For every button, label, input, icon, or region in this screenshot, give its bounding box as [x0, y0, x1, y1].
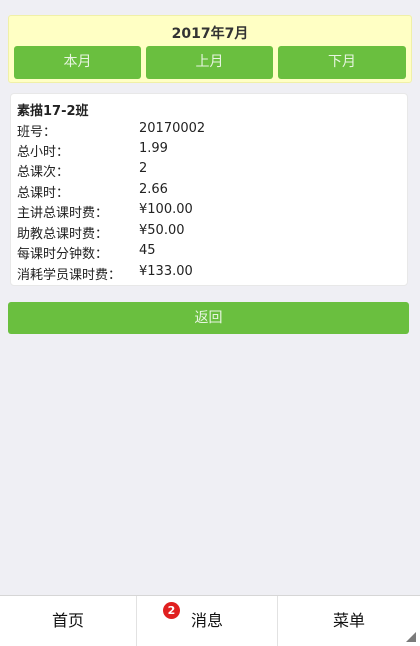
back-button[interactable]: 返回: [8, 302, 409, 334]
bottom-tab-bar: 首页 2 消息 菜单: [0, 595, 420, 646]
info-value: ¥50.00: [139, 223, 185, 238]
tab-menu[interactable]: 菜单: [278, 596, 420, 646]
class-info-card: 素描17-2班 班号： 20170002 总小时： 1.99 总课次： 2 总课…: [10, 93, 408, 286]
info-value: 1.99: [139, 141, 168, 156]
info-value: ¥100.00: [139, 202, 193, 217]
info-label: 每课时分钟数：: [17, 247, 109, 262]
info-label: 总课时：: [17, 186, 70, 201]
info-value: 20170002: [139, 121, 206, 136]
info-value: 2.66: [139, 182, 168, 197]
resize-grip-icon: [406, 632, 416, 642]
month-title: 2017年7月: [171, 26, 249, 42]
class-name: 素描17-2班: [17, 104, 89, 119]
tab-menu-label: 菜单: [332, 611, 365, 630]
info-label: 总课次：: [17, 165, 70, 180]
info-label: 主讲总课时费：: [17, 206, 109, 221]
this-month-button[interactable]: 本月: [14, 46, 141, 79]
info-label: 总小时：: [17, 145, 70, 160]
next-month-button[interactable]: 下月: [278, 46, 406, 79]
info-value: ¥133.00: [139, 264, 193, 279]
messages-badge: 2: [163, 602, 180, 619]
tab-home-label: 首页: [51, 611, 84, 630]
tab-messages[interactable]: 2 消息: [137, 596, 278, 646]
info-label: 助教总课时费：: [17, 227, 109, 242]
tab-messages-label: 消息: [190, 611, 223, 630]
info-value: 2: [139, 161, 148, 176]
previous-month-button[interactable]: 上月: [146, 46, 273, 79]
info-label: 班号：: [17, 125, 57, 140]
tab-home[interactable]: 首页: [0, 596, 137, 646]
info-label: 消耗学员课时费：: [17, 268, 122, 283]
month-selector-panel: 2017年7月 本月 上月 下月: [8, 15, 412, 83]
info-value: 45: [139, 243, 156, 258]
